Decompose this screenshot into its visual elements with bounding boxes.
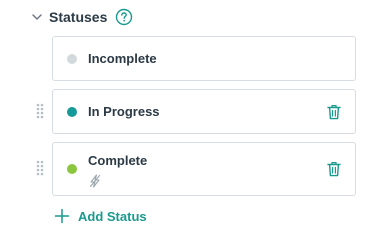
status-label[interactable]: In Progress [88,104,160,119]
section-title: Statuses [49,9,108,25]
add-status-label: Add Status [78,208,147,224]
status-card-incomplete[interactable]: Incomplete [52,36,356,81]
add-status-button[interactable]: Add Status [54,207,147,225]
chevron-down-icon[interactable] [30,10,44,24]
status-label[interactable]: Complete [88,153,147,168]
drag-handle-icon[interactable] [36,103,44,119]
question-circle-icon[interactable] [115,8,133,26]
status-color-dot[interactable] [67,107,77,117]
lightning-bolt-icon [89,174,101,188]
status-color-dot[interactable] [67,164,77,174]
drag-handle-icon[interactable] [36,160,44,176]
statuses-header: Statuses [30,6,133,28]
status-color-dot[interactable] [67,54,77,64]
trash-icon[interactable] [327,104,341,120]
trash-icon[interactable] [327,161,341,177]
status-label[interactable]: Incomplete [88,51,157,66]
plus-icon [54,208,70,224]
status-card-in-progress[interactable]: In Progress [52,89,356,134]
status-card-complete[interactable]: Complete [52,142,356,196]
